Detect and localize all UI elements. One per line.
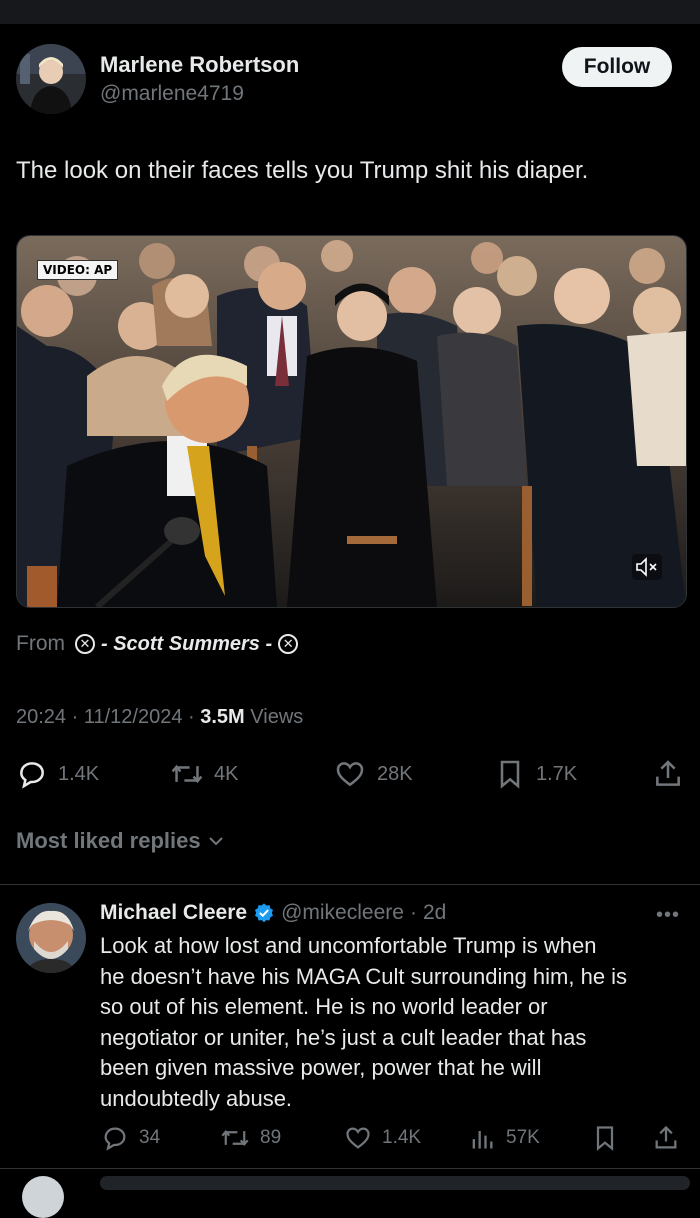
repost-button[interactable]: 4K [170, 758, 238, 790]
heart-icon [346, 1127, 370, 1149]
status-bar [0, 0, 700, 24]
replies-sort-dropdown[interactable]: Most liked replies [16, 828, 225, 854]
share-icon [655, 1125, 677, 1149]
views-label: Views [250, 706, 304, 728]
post-text: The look on their faces tells you Trump … [16, 157, 589, 184]
reply-text: Look at how lost and uncomfortable Trump… [100, 931, 690, 1115]
share-icon [656, 760, 680, 786]
separator-dot: · [188, 706, 201, 728]
heart-icon [336, 762, 364, 787]
source-prefix: From [16, 632, 65, 655]
reply-icon [20, 762, 44, 789]
reply-views-count: 57K [506, 1127, 540, 1148]
author-avatar[interactable] [16, 44, 86, 114]
reply-button[interactable]: 1.4K [16, 758, 99, 790]
reply-repost-button[interactable]: 89 [220, 1124, 281, 1152]
reply-text-line: Look at how lost and uncomfortable Trump… [100, 933, 597, 958]
follow-button[interactable]: Follow [562, 47, 672, 87]
replies-sort-label: Most liked replies [16, 828, 201, 853]
post-time[interactable]: 20:24 [16, 706, 66, 728]
source-attribution: From ✕ - Scott Summers - ✕ [16, 632, 299, 656]
post-meta: 20:24 · 11/12/2024 · 3.5M Views [16, 706, 303, 729]
source-name: - Scott Summers - [101, 632, 273, 655]
separator-dot: · [409, 901, 417, 924]
reply-bookmark-button[interactable] [591, 1124, 619, 1152]
current-user-avatar[interactable] [22, 1176, 64, 1218]
more-options-icon[interactable]: ••• [656, 904, 680, 927]
author-name[interactable]: Marlene Robertson [100, 52, 299, 78]
reply-text-line: been given massive power, power that he … [100, 1055, 542, 1081]
reply-text-line: so out of his element. He is no world le… [100, 994, 548, 1020]
reply-repost-count: 89 [260, 1127, 282, 1148]
reply-like-count: 1.4K [382, 1127, 422, 1148]
reply-reply-count: 34 [139, 1127, 161, 1148]
like-button[interactable]: 28K [333, 758, 413, 790]
reply-text-line: negotiator or uniter, he’s just a cult l… [100, 1024, 587, 1050]
author-handle[interactable]: @marlene4719 [100, 82, 244, 106]
reply-like-button[interactable]: 1.4K [344, 1124, 421, 1152]
share-button[interactable] [652, 758, 684, 790]
reply-views-button[interactable]: 57K [468, 1124, 540, 1152]
like-count: 28K [377, 762, 413, 785]
reply-text-line: he doesn’t have his MAGA Cult surroundin… [100, 963, 628, 989]
video-frame [17, 236, 686, 607]
mute-button[interactable] [632, 554, 662, 580]
post-date[interactable]: 11/12/2024 [84, 706, 183, 728]
repost-icon [171, 764, 203, 784]
x-circle-icon: ✕ [75, 634, 95, 654]
reply-author-handle[interactable]: @mikecleere [281, 901, 404, 925]
reply-header: Michael Cleere @mikecleere · 2d [100, 901, 446, 925]
bookmark-icon [500, 760, 520, 789]
repost-icon [221, 1129, 249, 1147]
repost-count: 4K [214, 762, 239, 785]
reply-reply-button[interactable]: 34 [101, 1124, 160, 1152]
reply-age[interactable]: 2d [423, 901, 446, 925]
separator-dot: · [71, 706, 84, 728]
reply-author-avatar[interactable] [16, 903, 86, 973]
post-video[interactable]: VIDEO: AP [16, 235, 687, 608]
chevron-down-icon [208, 837, 223, 846]
analytics-icon [472, 1131, 493, 1149]
reply-icon [104, 1127, 126, 1151]
bookmark-count: 1.7K [536, 762, 578, 785]
x-circle-icon: ✕ [278, 634, 299, 654]
bookmark-button[interactable]: 1.7K [494, 758, 577, 790]
reply-count: 1.4K [58, 762, 100, 785]
source-link[interactable]: ✕ - Scott Summers - ✕ [75, 632, 299, 656]
speaker-muted-icon [632, 554, 662, 580]
reply-text-line: undoubtedly abuse. [100, 1085, 293, 1111]
reply-actions: 34 89 1.4K 57K [0, 1124, 700, 1156]
video-source-badge: VIDEO: AP [37, 260, 119, 280]
post-actions: 1.4K 4K 28K 1.7K [0, 758, 700, 794]
reply-compose-input[interactable] [100, 1176, 690, 1190]
reply-share-button[interactable] [652, 1124, 680, 1152]
bookmark-icon [596, 1126, 614, 1151]
reply-author-name[interactable]: Michael Cleere [100, 901, 247, 925]
verified-badge-icon [255, 903, 274, 923]
views-count: 3.5M [200, 706, 245, 728]
divider [0, 884, 700, 885]
